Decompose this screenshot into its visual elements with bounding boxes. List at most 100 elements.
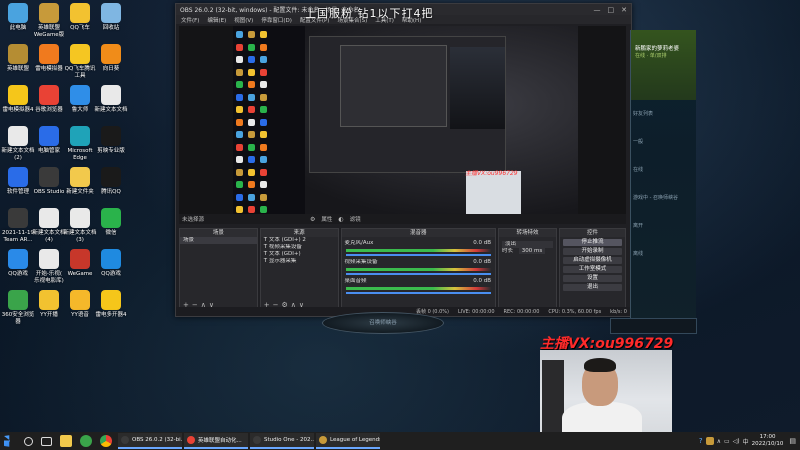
chevron-up-icon[interactable]: ∧ [717,438,721,445]
desktop-icon[interactable]: 新建文本文档 (4) [32,208,66,244]
desktop-icon-label: QQ飞车腾讯 工具 [64,66,96,79]
scene-item[interactable]: 场景 [180,237,257,244]
desktop-icon[interactable]: 腾讯QQ [94,167,128,196]
lol-friend-entry[interactable]: 离线 [633,250,643,257]
desktop-icon[interactable]: 雷电模拟器 [32,44,66,73]
desktop-icon[interactable]: 雷电模拟器4 [1,85,35,114]
source-item[interactable]: T 文本 (GDI+) 2 [261,237,338,244]
help-icon[interactable]: ? [699,437,703,445]
volume-slider[interactable] [345,253,491,256]
control-button[interactable]: 停止推流 [563,238,622,246]
menu-item[interactable]: 文件(F) [181,16,199,24]
lol-tray-icon[interactable] [705,437,714,445]
desktop-icon[interactable]: QQ游戏 [1,249,35,278]
desktop-icon[interactable]: 360安全浏览 器 [1,290,35,326]
source-item[interactable]: T 显示器采集 [261,258,338,265]
task-view-icon[interactable] [41,436,52,446]
desktop-icon[interactable]: 回收站 [94,3,128,32]
menu-item[interactable]: 编辑(E) [207,16,226,24]
desktop-icon[interactable]: 软件管理 [1,167,35,196]
desktop-icon[interactable]: 鲁大师 [63,85,97,114]
desktop-icon[interactable]: 新建文本文档 (3) [63,208,97,244]
transition-select[interactable]: 淡出 [502,241,554,248]
desktop-icon[interactable]: 此电脑 [1,3,35,32]
properties-button[interactable]: 属性 [321,215,332,223]
desktop-icon[interactable]: OBS Studio [32,167,66,196]
360-browser-icon[interactable] [80,435,92,447]
sources-dock: 来源 T 文本 (GDI+) 2T 视频采集设备 T 文本 (GDI+) T 显示器… [259,228,339,312]
nested-obs-preview [340,45,447,127]
desktop-icon[interactable]: YY语音 [63,290,97,319]
taskbar-app[interactable]: League of Legends [316,433,380,449]
gear-icon[interactable]: ⚙ [310,216,315,223]
desktop-icon[interactable]: WeGame [63,249,97,278]
search-icon[interactable] [24,436,33,446]
desktop-icon[interactable]: YY开播 [32,290,66,319]
desktop-icon[interactable]: 剪映专业版 [94,126,128,155]
control-button[interactable]: 启动虚拟摄像机 [563,256,622,264]
lol-play-button[interactable]: 召唤师峡谷 [322,312,444,334]
chrome-icon[interactable] [100,435,112,447]
source-item[interactable]: T 视频采集设备 [261,244,338,251]
network-icon[interactable]: ▭ [724,438,730,445]
desktop-icon[interactable]: QQ游戏 [94,249,128,278]
menu-item[interactable]: 停靠窗口(D) [261,16,292,24]
volume-meter [345,287,491,290]
desktop-icon[interactable]: 2021-11-19 Team AR... [1,208,35,244]
desktop-icon[interactable]: QQ飞车 [63,3,97,32]
app-icon [70,126,90,146]
desktop-icon[interactable]: 谷歌浏览器 [32,85,66,114]
maximize-icon[interactable]: □ [608,6,615,14]
close-icon[interactable]: ✕ [621,6,627,14]
obs-window[interactable]: OBS 26.0.2 (32-bit, windows) - 配置文件: 未命名… [175,3,632,317]
desktop-icon[interactable]: QQ飞车腾讯 工具 [63,44,97,80]
control-button[interactable]: 设置 [563,274,622,282]
volume-slider[interactable] [345,291,491,294]
desktop-icon[interactable]: 向日葵 [94,44,128,73]
lol-friend-entry[interactable]: 在线 [633,166,643,173]
desktop-icon-label: 新建文本文档 (2) [1,148,35,161]
filters-button[interactable]: 滤镜 [350,215,361,223]
menu-item[interactable]: 视图(V) [234,16,253,24]
desktop-icon[interactable]: 电脑管家 [32,126,66,155]
file-explorer-icon[interactable] [60,435,72,447]
taskbar-app[interactable]: 英雄联盟自动化... [184,433,248,449]
app-icon [39,126,59,146]
clock[interactable]: 17:00 2022/10/10 [752,434,784,448]
volume-slider[interactable] [345,272,491,275]
obs-preview-canvas[interactable]: 未选择源 ⚙ 属性 ◐ 滤镜 [179,26,626,224]
desktop-icon[interactable]: Microsoft Edge [63,126,97,162]
desktop-icon[interactable]: 开始-乐视( 乐视电影库) [32,249,66,285]
duration-input[interactable]: 300 ms [518,248,546,254]
windows-start-icon[interactable] [4,435,10,447]
app-icon [8,208,28,228]
notifications-icon[interactable]: ▤ [789,437,796,445]
lol-friend-entry[interactable]: 好友列表 [633,110,653,117]
desktop-icon-label: 电脑管家 [37,148,60,154]
lol-friend-entry[interactable]: 游戏中 - 召唤师峡谷 [633,194,678,201]
desktop-icon[interactable]: 新建文本文档 [94,85,128,114]
desktop-icon[interactable]: 新建文本文档 (2) [1,126,35,162]
control-button[interactable]: 退出 [563,283,622,291]
volume-icon[interactable]: ◁) [733,438,740,445]
taskbar-app-label: Studio One - 202... [264,437,314,443]
source-item[interactable]: T 文本 (GDI+) [261,251,338,258]
desktop-icon[interactable]: 英雄联盟 [1,44,35,73]
lol-footer-bar[interactable] [610,318,697,334]
live-time: LIVE: 00:00:00 [457,308,495,315]
desktop-icon[interactable]: 雷电多开器4 [94,290,128,319]
control-button[interactable]: 开始录制 [563,247,622,255]
mini-desktop-icon [260,118,267,126]
desktop-icon[interactable]: 新建文件夹 [63,167,97,196]
preview-vx-text: 主播VX:ou996729 [465,170,518,177]
lol-friend-entry[interactable]: 离开 [633,222,643,229]
desktop-icon[interactable]: 微信 [94,208,128,237]
ime-icon[interactable]: 中 [743,437,749,446]
taskbar-app[interactable]: Studio One - 202... [250,433,314,449]
lol-profile-card[interactable]: 新鹏家的萝莉老婆 在线 · 单/双排 [631,30,696,100]
control-button[interactable]: 工作室模式 [563,265,622,273]
minimize-icon[interactable]: — [594,6,601,14]
lol-friend-entry[interactable]: 一般 [633,138,643,145]
desktop-icon[interactable]: 英雄联盟 WeGame版 [32,3,66,39]
taskbar-app[interactable]: OBS 26.0.2 (32-bi... [118,433,182,449]
